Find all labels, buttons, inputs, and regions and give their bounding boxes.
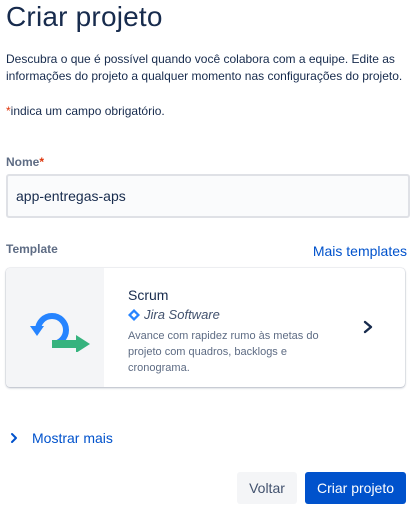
- show-more-label: Mostrar mais: [32, 430, 113, 446]
- show-more-toggle[interactable]: Mostrar mais: [10, 430, 113, 446]
- template-product: Jira Software: [128, 307, 220, 322]
- template-card-description: Avance com rapidez rumo às metas do proj…: [128, 330, 319, 374]
- template-label: Template: [6, 242, 58, 256]
- project-name-input[interactable]: [6, 174, 410, 218]
- name-label-text: Nome: [6, 155, 40, 169]
- page-description: Descubra o que é possível quando você co…: [6, 52, 403, 83]
- chevron-right-icon: [363, 320, 373, 334]
- chevron-right-icon: [11, 433, 17, 443]
- back-button[interactable]: Voltar: [237, 472, 297, 504]
- template-card-scrum[interactable]: Scrum Jira Software Avance com rapidez r…: [6, 268, 405, 387]
- scrum-icon: [30, 313, 90, 352]
- name-field-label: Nome*: [6, 155, 44, 169]
- create-project-button[interactable]: Criar projeto: [305, 472, 406, 504]
- template-card-title: Scrum: [128, 287, 169, 303]
- template-thumbnail: [6, 268, 104, 387]
- template-product-name: Jira Software: [144, 307, 220, 322]
- name-required-marker: *: [39, 155, 45, 169]
- page-title: Criar projeto: [6, 1, 163, 32]
- required-note: *indica um campo obrigatório.: [6, 104, 165, 118]
- jira-diamond-icon: [128, 308, 140, 321]
- more-templates-link[interactable]: Mais templates: [313, 243, 407, 259]
- required-note-text: indica um campo obrigatório.: [10, 104, 165, 118]
